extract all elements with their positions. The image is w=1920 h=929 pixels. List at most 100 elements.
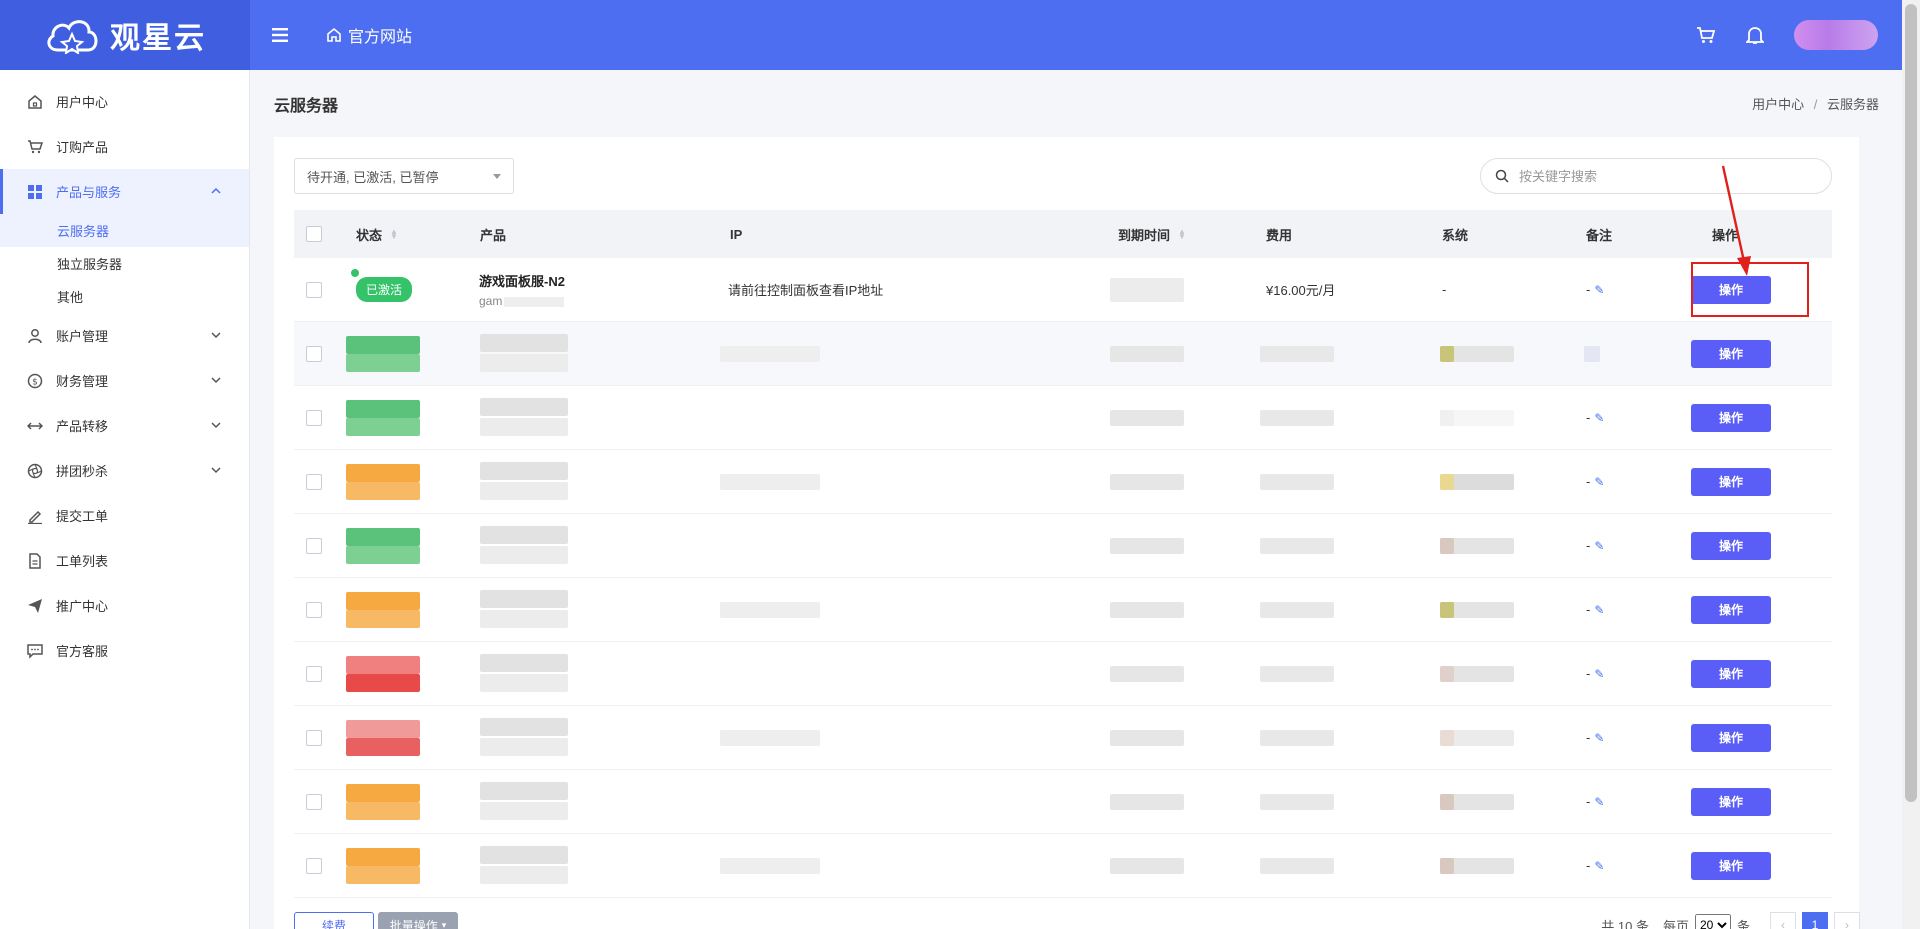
row-checkbox[interactable] [306, 473, 322, 490]
redacted-block [346, 848, 420, 866]
batch-action-button[interactable]: 批量操作 ▾ [378, 912, 458, 929]
sidebar-item-finance[interactable]: $ 财务管理 [0, 358, 249, 403]
edit-note-icon[interactable]: ✎ [1594, 859, 1604, 873]
edit-note-icon[interactable]: ✎ [1594, 539, 1604, 553]
action-button[interactable]: 操作 [1691, 467, 1771, 496]
redacted-block [480, 610, 568, 628]
redacted-block [480, 718, 568, 736]
table-row: - ✎ 操作 [294, 386, 1832, 450]
row-checkbox[interactable] [306, 665, 322, 682]
sidebar-item-transfer[interactable]: 产品转移 [0, 403, 249, 448]
action-button[interactable]: 操作 [1691, 531, 1771, 560]
redacted-block [346, 464, 420, 482]
sidebar-item-group-buy[interactable]: 拼团秒杀 [0, 448, 249, 493]
redacted-block [1110, 794, 1184, 810]
action-button[interactable]: 操作 [1691, 723, 1771, 752]
note-text: - [1586, 730, 1591, 745]
redacted-block [1110, 410, 1184, 426]
redacted-block [346, 528, 420, 546]
action-button[interactable]: 操作 [1691, 851, 1771, 880]
redacted-block [1440, 858, 1454, 874]
row-checkbox[interactable] [306, 281, 322, 298]
note-text: - [1586, 794, 1591, 809]
sidebar-item-order[interactable]: 订购产品 [0, 124, 249, 169]
redacted-block [1260, 410, 1334, 426]
page-1-button[interactable]: 1 [1802, 912, 1828, 929]
breadcrumb-home[interactable]: 用户中心 [1752, 97, 1804, 112]
sidebar-item-user-center[interactable]: 用户中心 [0, 79, 249, 124]
renew-button[interactable]: 续费 [294, 912, 374, 929]
status-filter-value: 待开通, 已激活, 已暂停 [307, 169, 439, 185]
bell-icon[interactable] [1746, 25, 1764, 45]
per-page-select[interactable]: 20 [1694, 914, 1731, 929]
header-expire[interactable]: 到期时间 [1118, 225, 1170, 244]
edit-note-icon[interactable]: ✎ [1594, 795, 1604, 809]
total-count: 共 10 条 [1601, 918, 1649, 929]
search-input[interactable] [1519, 168, 1799, 184]
select-all-checkbox[interactable] [306, 226, 322, 242]
sort-icon[interactable]: ▲ ▼ [390, 228, 398, 241]
status-badge: 已激活 [349, 267, 413, 302]
action-button[interactable]: 操作 [1691, 659, 1771, 688]
redacted-block [480, 802, 568, 820]
prev-page-button[interactable]: ‹ [1770, 912, 1796, 929]
action-button[interactable]: 操作 [1691, 787, 1771, 816]
sidebar-item-support[interactable]: 官方客服 [0, 628, 249, 673]
sidebar-item-account[interactable]: 账户管理 [0, 313, 249, 358]
table-row: 操作 [294, 322, 1832, 386]
edit-note-icon[interactable]: ✎ [1594, 731, 1604, 745]
sidebar-item-label: 提交工单 [56, 509, 109, 524]
edit-icon [26, 507, 44, 525]
sidebar-subitem-other[interactable]: 其他 [0, 280, 249, 313]
top-bar: 观星云 官方网站 [0, 0, 1902, 70]
redacted-block [346, 336, 420, 354]
sidebar-item-ticket-list[interactable]: 工单列表 [0, 538, 249, 583]
system-text: - [1442, 282, 1447, 297]
scrollbar[interactable] [1902, 0, 1920, 929]
edit-note-icon[interactable]: ✎ [1594, 283, 1604, 297]
user-avatar[interactable] [1794, 20, 1878, 50]
action-button[interactable]: 操作 [1691, 403, 1771, 432]
scrollbar-thumb[interactable] [1905, 4, 1917, 802]
header-status[interactable]: 状态 [356, 225, 382, 244]
sidebar-item-submit-ticket[interactable]: 提交工单 [0, 493, 249, 538]
action-button[interactable]: 操作 [1691, 595, 1771, 624]
sidebar-item-promotion[interactable]: 推广中心 [0, 583, 249, 628]
sidebar-subitem-dedicated-server[interactable]: 独立服务器 [0, 247, 249, 280]
edit-note-icon[interactable]: ✎ [1594, 667, 1604, 681]
action-button[interactable]: 操作 [1691, 339, 1771, 368]
sidebar-item-products[interactable]: 产品与服务 [0, 169, 249, 214]
header-product: 产品 [480, 227, 507, 243]
sidebar-item-label: 拼团秒杀 [56, 464, 109, 479]
search-box[interactable] [1480, 158, 1832, 194]
product-name[interactable]: 游戏面板服-N2 [479, 271, 565, 290]
redacted-block [1260, 346, 1334, 362]
logo[interactable]: 观星云 [0, 0, 250, 70]
sort-icon[interactable]: ▲ ▼ [1178, 228, 1186, 241]
next-page-button[interactable]: › [1834, 912, 1860, 929]
row-checkbox[interactable] [306, 537, 322, 554]
search-icon [1495, 169, 1509, 183]
official-site-link[interactable]: 官方网站 [326, 23, 412, 47]
redacted-block [1110, 666, 1184, 682]
fee-text: ¥16.00元/月 [1266, 283, 1336, 298]
row-checkbox[interactable] [306, 793, 322, 810]
per-page-label: 每页 [1662, 918, 1689, 929]
table-header: 状态 ▲ ▼ 产品 IP 到期时间 ▲ ▼ 费用 系统 备注 操作 [294, 210, 1832, 258]
cart-icon[interactable] [1696, 26, 1716, 44]
redacted-block [1260, 474, 1334, 490]
edit-note-icon[interactable]: ✎ [1594, 411, 1604, 425]
row-checkbox[interactable] [306, 345, 322, 362]
menu-toggle-icon[interactable] [272, 22, 288, 48]
sidebar-subitem-cloud-server[interactable]: 云服务器 [0, 214, 249, 247]
redacted-block [346, 674, 420, 692]
edit-note-icon[interactable]: ✎ [1594, 603, 1604, 617]
edit-note-icon[interactable]: ✎ [1594, 475, 1604, 489]
redacted-block [720, 474, 820, 490]
row-checkbox[interactable] [306, 857, 322, 874]
row-checkbox[interactable] [306, 601, 322, 618]
breadcrumb: 用户中心 / 云服务器 [1752, 94, 1879, 113]
row-checkbox[interactable] [306, 729, 322, 746]
row-checkbox[interactable] [306, 409, 322, 426]
status-filter-select[interactable]: 待开通, 已激活, 已暂停 [294, 158, 514, 194]
